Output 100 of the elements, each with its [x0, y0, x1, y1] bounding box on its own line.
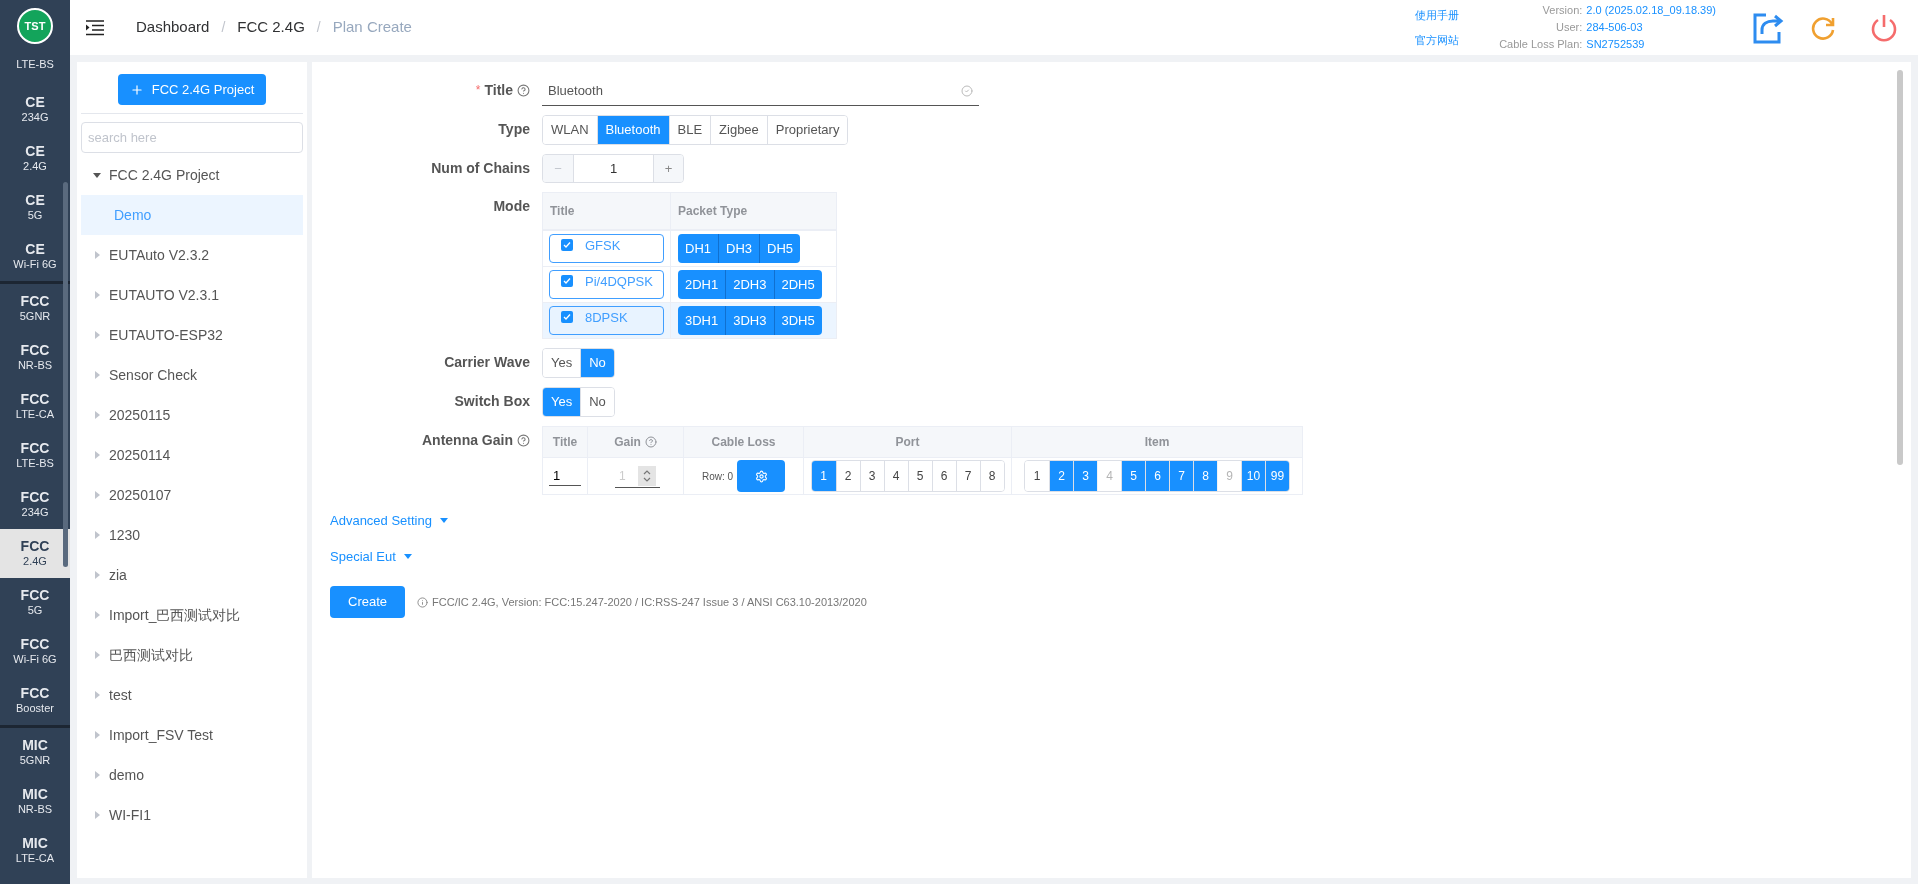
- nav-item[interactable]: FCC 5GNR: [0, 284, 70, 333]
- stepper-value: 1: [608, 159, 619, 178]
- title-input[interactable]: 1: [549, 465, 581, 487]
- help-icon: [517, 433, 530, 447]
- tree-item[interactable]: EUTAUTO-ESP32: [81, 315, 303, 355]
- info-value: 2.0 (2025.02.18_09.18.39): [1586, 3, 1716, 18]
- tree-item[interactable]: Sensor Check: [81, 355, 303, 395]
- caret-right-icon: [93, 651, 101, 659]
- nav-item[interactable]: FCC LTE-CA: [0, 382, 70, 431]
- column-header: Cable Loss: [684, 427, 804, 457]
- breadcrumb-item[interactable]: Dashboard: [136, 16, 210, 39]
- scrollbar-thumb[interactable]: [63, 182, 68, 567]
- column-header: Item: [1143, 434, 1171, 451]
- spinner-icon[interactable]: [638, 466, 656, 486]
- info-label: Version:: [1541, 3, 1583, 18]
- breadcrumb-separator: /: [316, 18, 321, 37]
- caret-right-icon: [93, 331, 101, 339]
- caret-right-icon: [93, 571, 101, 579]
- field-label: Num of Chains: [431, 158, 530, 178]
- info-icon: [417, 596, 429, 608]
- tree-item[interactable]: FCC 2.4G Project: [81, 155, 303, 195]
- field-label: Switch Box: [454, 391, 530, 411]
- logo: TST: [17, 8, 53, 44]
- field-label: Antenna Gain: [422, 430, 513, 450]
- column-header: Title: [543, 427, 588, 457]
- column-header: Packet Type: [677, 203, 749, 220]
- check-icon: [563, 241, 571, 249]
- tree-item[interactable]: 1230: [81, 515, 303, 555]
- caret-right-icon: [93, 811, 101, 819]
- nav-item[interactable]: CE 5G: [0, 183, 70, 232]
- caret-right-icon: [93, 371, 101, 379]
- power-icon[interactable]: [1870, 12, 1898, 43]
- caret-right-icon: [93, 771, 101, 779]
- plus-icon: [129, 82, 144, 97]
- required-mark: *: [475, 82, 481, 99]
- help-icon: [644, 436, 657, 448]
- caret-right-icon: [93, 691, 101, 699]
- breadcrumb-item[interactable]: FCC 2.4G: [237, 16, 305, 39]
- nav-item[interactable]: MIC 5GNR: [0, 728, 70, 777]
- nav-item[interactable]: FCC 5G: [0, 578, 70, 627]
- refresh-icon[interactable]: [1810, 14, 1836, 41]
- column-header: Title: [543, 193, 671, 229]
- check-icon: [563, 313, 571, 321]
- export-icon[interactable]: [1752, 11, 1784, 44]
- help-icon: [517, 83, 530, 97]
- tree-item[interactable]: WI-FI1: [81, 795, 303, 835]
- scrollbar-thumb[interactable]: [1897, 70, 1903, 465]
- breadcrumb-separator: /: [221, 18, 226, 37]
- port-option[interactable]: 8: [979, 461, 1004, 491]
- tree-item[interactable]: EUTAuto V2.3.2: [81, 235, 303, 275]
- nav-item[interactable]: FCC 234G: [0, 480, 70, 529]
- info-label: User:: [1555, 20, 1583, 35]
- tree-item[interactable]: Import_FSV Test: [81, 715, 303, 755]
- nav-item[interactable]: FCC Booster: [0, 676, 70, 725]
- tree-item[interactable]: zia: [81, 555, 303, 595]
- caret-right-icon: [93, 411, 101, 419]
- column-header: Port: [804, 427, 1012, 457]
- info-value: SN2752539: [1586, 37, 1646, 52]
- tree-item[interactable]: EUTAUTO V2.3.1: [81, 275, 303, 315]
- caret-down-icon[interactable]: [439, 518, 448, 524]
- nav-item[interactable]: FCC NR-BS: [0, 333, 70, 382]
- row-count: Row: 0: [701, 469, 734, 484]
- info-label: Cable Loss Plan:: [1499, 37, 1583, 52]
- menu-icon[interactable]: [86, 19, 104, 36]
- title-input[interactable]: Bluetooth: [542, 76, 979, 106]
- nav-item[interactable]: FCC 2.4G: [0, 529, 70, 578]
- caret-right-icon: [93, 731, 101, 739]
- nav-item[interactable]: MIC LTE-CA: [0, 826, 70, 875]
- tree-item[interactable]: 巴西测试对比: [81, 635, 303, 675]
- field-label: Type: [498, 119, 530, 139]
- caret-right-icon: [93, 291, 101, 299]
- tree-item[interactable]: 20250114: [81, 435, 303, 475]
- segment-option[interactable]: Proprietary: [766, 116, 848, 144]
- tree-item[interactable]: 20250107: [81, 475, 303, 515]
- info-value: 284-506-03: [1586, 20, 1644, 35]
- field-label: Carrier Wave: [444, 352, 530, 372]
- tree-item[interactable]: demo: [81, 755, 303, 795]
- settings-button[interactable]: [737, 460, 786, 492]
- tree-item[interactable]: Import_巴西测试对比: [81, 595, 303, 635]
- column-header: Gain: [588, 427, 684, 457]
- field-label: Mode: [493, 196, 530, 216]
- nav-item[interactable]: CE Wi-Fi 6G: [0, 232, 70, 281]
- caret-down-icon[interactable]: [403, 553, 412, 559]
- tree-item[interactable]: test: [81, 675, 303, 715]
- nav-item[interactable]: LTE-BS: [0, 44, 70, 85]
- field-label: Title: [484, 80, 513, 100]
- caret-right-icon: [93, 491, 101, 499]
- nav-item[interactable]: FCC Wi-Fi 6G: [0, 627, 70, 676]
- settings-icon: [754, 469, 768, 483]
- tree-item[interactable]: 20250115: [81, 395, 303, 435]
- nav-item[interactable]: FCC LTE-BS: [0, 431, 70, 480]
- nav-item[interactable]: CE 2.4G: [0, 134, 70, 183]
- segment-option[interactable]: No: [580, 388, 614, 416]
- search-field[interactable]: search here: [81, 122, 303, 153]
- caret-down-icon: [93, 171, 101, 179]
- nav-item[interactable]: MIC NR-BS: [0, 777, 70, 826]
- caret-right-icon: [93, 251, 101, 259]
- version-note: FCC/IC 2.4G, Version: FCC:15.247-2020 / IC:RSS-247 Issue 3 / ANSI C63.10-2013/2020: [432, 594, 867, 610]
- nav-item[interactable]: CE 234G: [0, 85, 70, 134]
- check-icon: [563, 277, 571, 285]
